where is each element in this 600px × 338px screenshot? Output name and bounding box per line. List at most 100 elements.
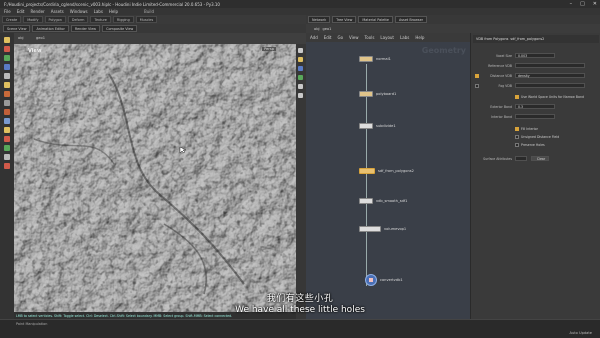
lock-camera-icon[interactable] xyxy=(4,118,10,124)
viewport-node[interactable]: geo1 xyxy=(36,36,45,40)
menu-file[interactable]: File xyxy=(4,9,11,14)
fill-interior-checkbox[interactable] xyxy=(515,126,519,131)
window-controls: – □ ✕ xyxy=(570,1,597,7)
display-tool-icon[interactable] xyxy=(4,145,10,151)
maximize-button[interactable]: □ xyxy=(580,1,585,7)
shelf-tab[interactable]: Create xyxy=(2,16,22,23)
menu-help[interactable]: Help xyxy=(109,9,118,14)
node-wire xyxy=(366,64,367,286)
node-body[interactable] xyxy=(359,123,373,129)
node-normal1[interactable]: normal1 xyxy=(359,56,391,62)
menu-assets[interactable]: Assets xyxy=(51,9,64,14)
shelf-tab[interactable]: Texture xyxy=(90,16,111,23)
select-tool-icon[interactable] xyxy=(4,37,10,43)
exterior-band-input[interactable]: 0.3 xyxy=(515,104,555,109)
shelf-tab[interactable]: Rigging xyxy=(112,16,134,23)
fog-vdb-input[interactable] xyxy=(515,83,585,88)
net-menu-help[interactable]: Help xyxy=(415,35,424,40)
menu-edit[interactable]: Edit xyxy=(17,9,25,14)
tab-animation-editor[interactable]: Animation Editor xyxy=(32,25,69,32)
param-exterior-band: Exterior Band 0.3 xyxy=(475,103,599,110)
reference-vdb-input[interactable] xyxy=(515,63,585,68)
node-vdb-smooth-sdf1[interactable]: vdb_smooth_sdf1 xyxy=(359,198,407,204)
node-body[interactable] xyxy=(359,198,373,204)
rotate-tool-icon[interactable] xyxy=(4,55,10,61)
desktop-selector[interactable]: Build xyxy=(144,9,154,14)
node-body[interactable] xyxy=(359,56,373,62)
tab-scene-view[interactable]: Scene View xyxy=(3,25,31,32)
viewport-toolbar: obj geo1 xyxy=(14,33,306,44)
interior-band-input[interactable] xyxy=(515,114,555,119)
menu-windows[interactable]: Windows xyxy=(70,9,88,14)
handle-tool-icon[interactable] xyxy=(4,73,10,79)
shelf-tab[interactable]: Modify xyxy=(23,16,43,23)
subtitle-chinese: 我们有这些小孔 xyxy=(266,294,334,304)
lighting-icon[interactable] xyxy=(298,57,303,62)
tab-material-palette[interactable]: Material Palette xyxy=(358,16,393,23)
snap-tool-icon[interactable] xyxy=(4,109,10,115)
menu-render[interactable]: Render xyxy=(30,9,44,14)
distance-vdb-checkbox[interactable] xyxy=(475,73,479,78)
tab-network[interactable]: Network xyxy=(308,16,331,23)
net-menu-go[interactable]: Go xyxy=(338,35,344,40)
node-body[interactable] xyxy=(359,91,373,97)
update-mode-button[interactable]: Auto Update xyxy=(569,331,592,335)
viewport-path[interactable]: obj xyxy=(18,36,23,40)
surface-attributes-count[interactable] xyxy=(515,156,527,161)
main-menu-bar: File Edit Render Assets Windows Labs Hel… xyxy=(0,8,600,15)
node-polyboard1[interactable]: polyboard1 xyxy=(359,91,396,97)
node-volumevop1[interactable]: volumevop1 xyxy=(359,226,406,232)
move-tool-icon[interactable] xyxy=(4,46,10,52)
world-space-checkbox[interactable] xyxy=(515,94,519,99)
node-name-field[interactable]: sdf_from_polygons2 xyxy=(510,37,544,41)
shelf-tab[interactable]: Muscles xyxy=(135,16,158,23)
pose-tool-icon[interactable] xyxy=(4,82,10,88)
record-tool-icon[interactable] xyxy=(4,163,10,169)
group-tool-icon[interactable] xyxy=(4,127,10,133)
net-menu-add[interactable]: Add xyxy=(310,35,318,40)
node-subdivide1[interactable]: subdivide1 xyxy=(359,123,396,129)
tab-tree-view[interactable]: Tree View xyxy=(332,16,357,23)
node-body[interactable] xyxy=(359,226,381,232)
view-tool-icon[interactable] xyxy=(4,100,10,106)
render-tool-icon[interactable] xyxy=(4,136,10,142)
menu-labs[interactable]: Labs xyxy=(94,9,103,14)
tab-asset-browser[interactable]: Asset Browser xyxy=(394,16,428,23)
unsigned-distance-checkbox[interactable] xyxy=(515,134,519,139)
distance-vdb-input[interactable]: density xyxy=(515,73,585,78)
shelf-tab[interactable]: Deform xyxy=(67,16,89,23)
ghost-icon[interactable] xyxy=(298,75,303,80)
scale-tool-icon[interactable] xyxy=(4,64,10,70)
voxel-size-input[interactable]: 0.003 xyxy=(515,53,555,58)
preserve-holes-checkbox[interactable] xyxy=(515,142,519,147)
net-menu-tools[interactable]: Tools xyxy=(365,35,375,40)
net-menu-labs[interactable]: Labs xyxy=(400,35,409,40)
tab-composite-view[interactable]: Composite View xyxy=(102,25,138,32)
node-body[interactable] xyxy=(359,168,375,174)
net-menu-view[interactable]: View xyxy=(349,35,359,40)
param-voxel-size: Voxel Size 0.003 xyxy=(475,52,599,59)
scene-viewport[interactable]: View Persp xyxy=(14,44,296,319)
shading-icon[interactable] xyxy=(298,66,303,71)
settings-tool-icon[interactable] xyxy=(4,154,10,160)
network-path[interactable]: obj xyxy=(314,27,319,31)
node-body[interactable] xyxy=(365,274,377,286)
net-menu-layout[interactable]: Layout xyxy=(380,35,394,40)
node-sdf-from-polygons2[interactable]: sdf_from_polygons2 xyxy=(359,168,414,174)
tab-render-view[interactable]: Render View xyxy=(70,25,101,32)
display-options-icon[interactable] xyxy=(298,48,303,53)
shelf-tab[interactable]: Polygon xyxy=(44,16,66,23)
close-button[interactable]: ✕ xyxy=(593,1,597,7)
node-convertvdb1[interactable]: convertvdb1 xyxy=(365,274,403,286)
minimize-button[interactable]: – xyxy=(570,1,573,7)
brush-tool-icon[interactable] xyxy=(4,91,10,97)
net-menu-edit[interactable]: Edit xyxy=(324,35,332,40)
camera-menu[interactable]: Persp xyxy=(262,47,276,51)
grid-icon[interactable] xyxy=(298,93,303,98)
network-node[interactable]: geo1 xyxy=(322,27,331,31)
network-editor[interactable]: Geometry normal1 polyboard1 subdivide1 s… xyxy=(306,42,470,319)
fog-vdb-checkbox[interactable] xyxy=(475,83,479,88)
clear-button[interactable]: Clear xyxy=(531,156,549,161)
wireframe-icon[interactable] xyxy=(298,84,303,89)
node-label: sdf_from_polygons2 xyxy=(378,169,414,173)
